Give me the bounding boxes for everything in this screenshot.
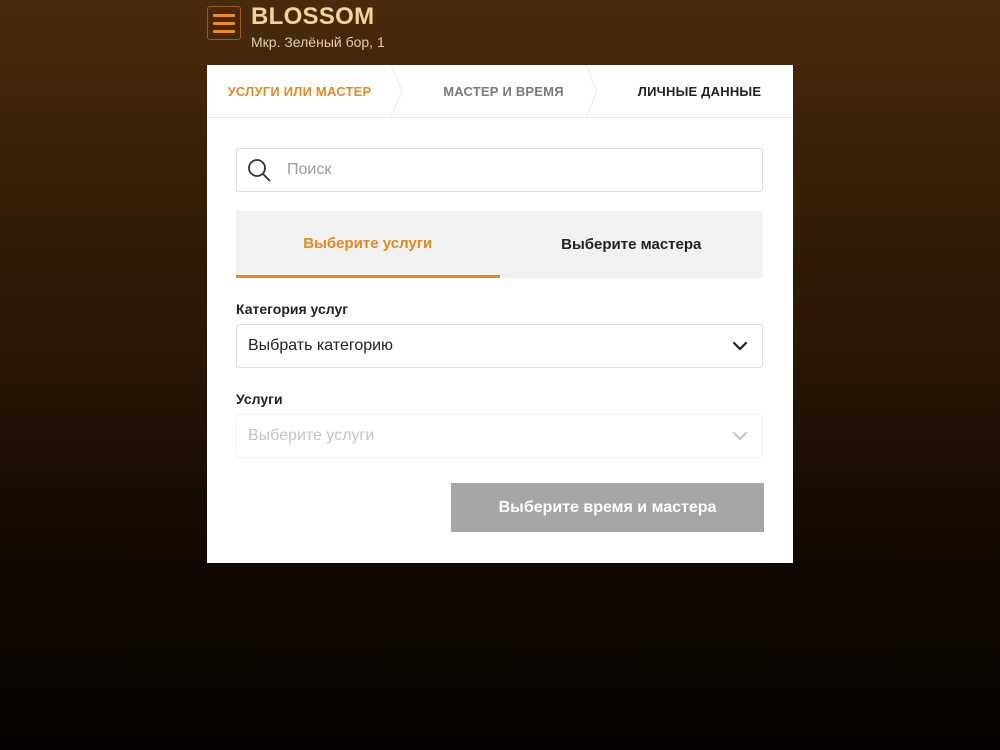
hamburger-menu-button[interactable] bbox=[207, 6, 241, 40]
step-label: Мастер и время bbox=[443, 83, 564, 99]
category-select[interactable]: Выбрать категорию bbox=[236, 324, 763, 368]
app-header: BLOSSOM Мкр. Зелёный бор, 1 bbox=[207, 4, 385, 54]
tab-select-master[interactable]: Выберите мастера bbox=[500, 211, 764, 278]
chevron-down-icon bbox=[733, 432, 747, 440]
category-select-value: Выбрать категорию bbox=[248, 337, 394, 354]
category-label: Категория услуг bbox=[236, 301, 349, 317]
brand-name: BLOSSOM bbox=[251, 3, 375, 30]
step-label: Личные данные bbox=[637, 83, 762, 99]
step-master-and-time[interactable]: Мастер и время bbox=[402, 65, 598, 117]
hamburger-line bbox=[213, 13, 235, 17]
booking-steps: Услуги или мастер Мастер и время Личные … bbox=[207, 65, 793, 118]
step-personal-data[interactable]: Личные данные bbox=[597, 65, 792, 117]
search-box[interactable] bbox=[236, 148, 763, 192]
step-services-or-master[interactable]: Услуги или мастер bbox=[207, 65, 403, 117]
search-icon bbox=[248, 159, 271, 182]
selection-tabs: Выберите услуги Выберите мастера bbox=[236, 211, 763, 278]
services-label: Услуги bbox=[236, 391, 283, 407]
brand-block: BLOSSOM Мкр. Зелёный бор, 1 bbox=[251, 4, 385, 51]
hamburger-line bbox=[213, 29, 235, 33]
services-select[interactable]: Выберите услуги bbox=[236, 414, 763, 458]
search-input[interactable] bbox=[285, 160, 762, 180]
services-select-value: Выберите услуги bbox=[248, 427, 375, 444]
booking-card: Услуги или мастер Мастер и время Личные … bbox=[207, 65, 793, 563]
choose-time-and-master-button[interactable]: Выберите время и мастера bbox=[451, 483, 764, 532]
salon-address: Мкр. Зелёный бор, 1 bbox=[251, 34, 385, 50]
tab-select-services[interactable]: Выберите услуги bbox=[236, 211, 500, 278]
hamburger-line bbox=[213, 21, 235, 25]
chevron-down-icon bbox=[732, 341, 748, 351]
step-label: Услуги или мастер bbox=[227, 83, 372, 99]
